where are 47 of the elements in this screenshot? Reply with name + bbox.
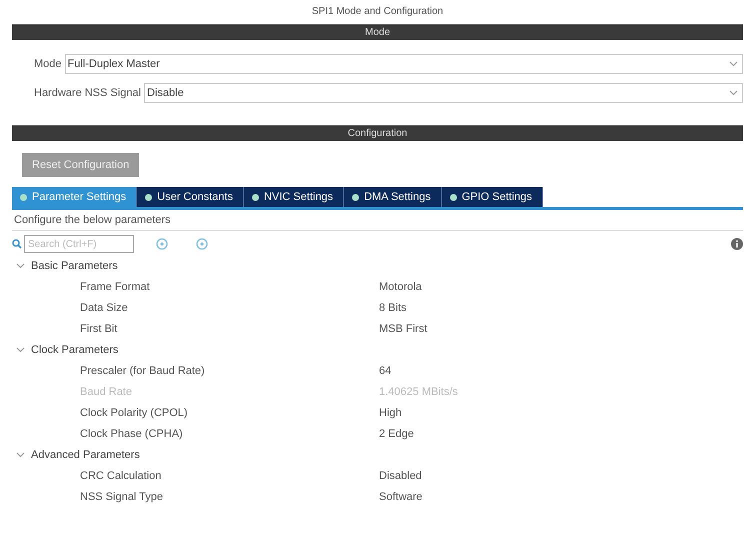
parameter-name: NSS Signal Type [80, 490, 164, 502]
parameter-value[interactable]: 2 Edge [379, 428, 743, 440]
parameter-value[interactable]: 64 [379, 364, 743, 376]
tree-group[interactable]: Clock Parameters [16, 339, 743, 360]
parameter-value[interactable]: Software [379, 490, 743, 502]
parameter-name: Clock Phase (CPHA) [80, 428, 184, 440]
search-field[interactable]: Search (Ctrl+F) [24, 235, 134, 253]
tab[interactable]: NVIC Settings [244, 187, 344, 207]
parameter-name: Frame Format [80, 280, 151, 292]
parameter-name: CRC Calculation [80, 470, 162, 482]
status-dot-icon [252, 194, 259, 200]
status-dot-icon [20, 194, 27, 200]
chevron-icon [16, 452, 25, 458]
status-dot-icon [352, 194, 360, 200]
info-icon[interactable] [731, 238, 743, 250]
search-icon [12, 239, 22, 249]
section-header: Configuration [12, 125, 743, 141]
tab[interactable]: User Constants [137, 187, 244, 207]
parameter-name: Data Size [80, 302, 129, 314]
chevron-icon [16, 346, 25, 352]
parameter-value[interactable]: High [379, 406, 743, 418]
hint-text: Configure the below parameters [12, 210, 743, 231]
parameter-name: Baud Rate [80, 386, 133, 398]
parameter-name: First Bit [80, 322, 118, 334]
tree-group[interactable]: Basic Parameters [16, 255, 743, 276]
tab[interactable]: DMA Settings [344, 187, 442, 207]
chevron-icon [16, 262, 25, 268]
field-label: Hardware NSS Signal [34, 87, 141, 99]
parameter-value[interactable]: Disabled [379, 470, 743, 482]
status-dot-icon [450, 194, 457, 200]
status-dot-icon [145, 194, 152, 200]
dropdown-field[interactable]: Full-Duplex Master [64, 54, 743, 74]
parameter-value[interactable]: MSB First [379, 322, 743, 334]
tree-group[interactable]: Advanced Parameters [16, 444, 743, 465]
field-label: Mode [34, 58, 62, 70]
dropdown-field[interactable]: Disable [144, 83, 743, 103]
parameter-value[interactable]: Motorola [379, 280, 743, 292]
section-header: Mode [12, 24, 743, 40]
expand-icon[interactable] [196, 238, 208, 250]
window-title: SPI1 Mode and Configuration [310, 5, 444, 19]
tab[interactable]: GPIO Settings [442, 187, 544, 207]
expand-icon[interactable] [156, 238, 168, 250]
parameter-name: Prescaler (for Baud Rate) [80, 364, 206, 376]
parameter-name: Clock Polarity (CPOL) [80, 406, 189, 418]
parameter-value[interactable]: 8 Bits [379, 302, 743, 314]
caret-icon [729, 90, 738, 96]
caret-icon [729, 61, 738, 67]
